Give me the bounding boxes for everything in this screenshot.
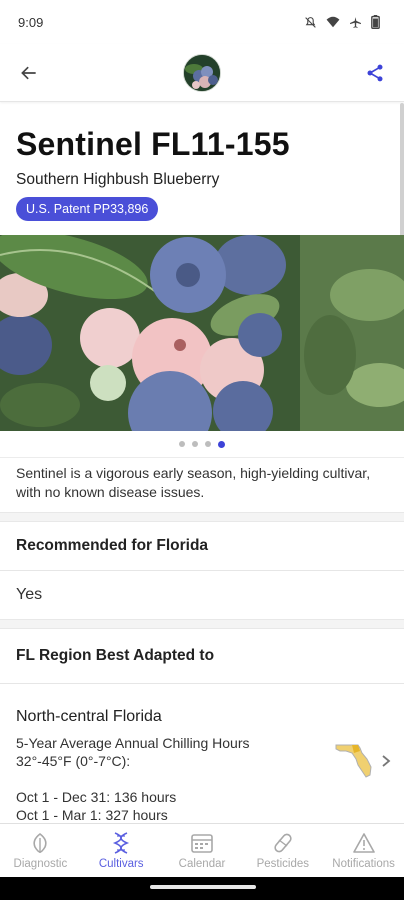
cultivar-header: Sentinel FL11-155 Southern Highbush Blue… bbox=[0, 103, 404, 221]
cultivar-title: Sentinel FL11-155 bbox=[16, 126, 290, 162]
share-button[interactable] bbox=[360, 58, 390, 88]
recommended-header: Recommended for Florida bbox=[0, 522, 404, 570]
status-time: 9:09 bbox=[18, 14, 44, 30]
cultivar-photo[interactable] bbox=[0, 235, 404, 431]
status-bar: 9:09 bbox=[0, 0, 404, 44]
recommended-value: Yes bbox=[16, 586, 43, 603]
recommended-title: Recommended for Florida bbox=[16, 537, 209, 554]
chill-hours-line-1: Oct 1 - Dec 31: 136 hours bbox=[16, 789, 177, 805]
mute-icon bbox=[305, 16, 316, 28]
cultivar-subtitle: Southern Highbush Blueberry bbox=[16, 171, 220, 188]
system-gesture-bar bbox=[0, 877, 404, 900]
warning-icon bbox=[352, 831, 376, 855]
region-row[interactable]: North-central Florida 5-Year Average Ann… bbox=[0, 684, 404, 823]
calendar-icon bbox=[190, 831, 214, 855]
cultivar-detail[interactable]: Sentinel FL11-155 Southern Highbush Blue… bbox=[0, 103, 404, 823]
nav-label: Cultivars bbox=[98, 858, 144, 870]
app-bar bbox=[0, 44, 404, 102]
nav-diagnostic[interactable]: Diagnostic bbox=[0, 824, 81, 877]
region-name: North-central Florida bbox=[16, 708, 162, 725]
region-title: FL Region Best Adapted to bbox=[16, 647, 215, 664]
carousel-dot-active[interactable] bbox=[218, 440, 225, 448]
dna-icon bbox=[109, 831, 133, 855]
nav-calendar[interactable]: Calendar bbox=[162, 824, 243, 877]
florida-map-icon bbox=[335, 744, 372, 778]
battery-icon bbox=[371, 15, 380, 29]
nav-cultivars[interactable]: Cultivars bbox=[81, 824, 162, 877]
nav-label: Notifications bbox=[332, 858, 395, 870]
chill-label-line-2: 32°-45°F (0°-7°C): bbox=[16, 753, 131, 769]
chill-label-line-1: 5-Year Average Annual Chilling Hours bbox=[16, 735, 250, 751]
arrow-back-icon bbox=[21, 66, 36, 79]
back-button[interactable] bbox=[14, 58, 44, 88]
patent-badge: U.S. Patent PP33,896 bbox=[16, 197, 159, 221]
nav-notifications[interactable]: Notifications bbox=[323, 824, 404, 877]
carousel-dot[interactable] bbox=[192, 441, 198, 447]
nav-label: Pesticides bbox=[256, 858, 309, 870]
share-icon bbox=[367, 64, 383, 81]
pill-icon bbox=[271, 831, 295, 855]
chill-hours-line-2: Oct 1 - Mar 1: 327 hours bbox=[16, 807, 168, 823]
leaf-icon bbox=[28, 831, 52, 855]
cultivar-description: Sentinel is a vigorous early season, hig… bbox=[0, 457, 404, 512]
nav-pesticides[interactable]: Pesticides bbox=[242, 824, 323, 877]
status-icons bbox=[304, 15, 380, 29]
carousel-dot[interactable] bbox=[205, 441, 211, 447]
home-indicator[interactable] bbox=[150, 885, 256, 889]
nav-label: Calendar bbox=[178, 858, 226, 870]
carousel-dot[interactable] bbox=[179, 441, 185, 447]
section-divider bbox=[0, 512, 404, 522]
section-divider bbox=[0, 619, 404, 629]
chevron-right-icon bbox=[382, 755, 391, 767]
airplane-icon bbox=[350, 16, 361, 28]
carousel-indicator[interactable] bbox=[0, 431, 404, 457]
region-header: FL Region Best Adapted to bbox=[0, 629, 404, 683]
wifi-icon bbox=[326, 16, 340, 28]
bottom-navigation: Diagnostic Cultivars Calendar Pesticides… bbox=[0, 823, 404, 877]
cultivar-avatar bbox=[183, 53, 221, 92]
recommended-row: Yes bbox=[0, 571, 404, 619]
nav-label: Diagnostic bbox=[13, 858, 68, 870]
chill-label: 5-Year Average Annual Chilling Hours 32°… bbox=[16, 734, 388, 770]
